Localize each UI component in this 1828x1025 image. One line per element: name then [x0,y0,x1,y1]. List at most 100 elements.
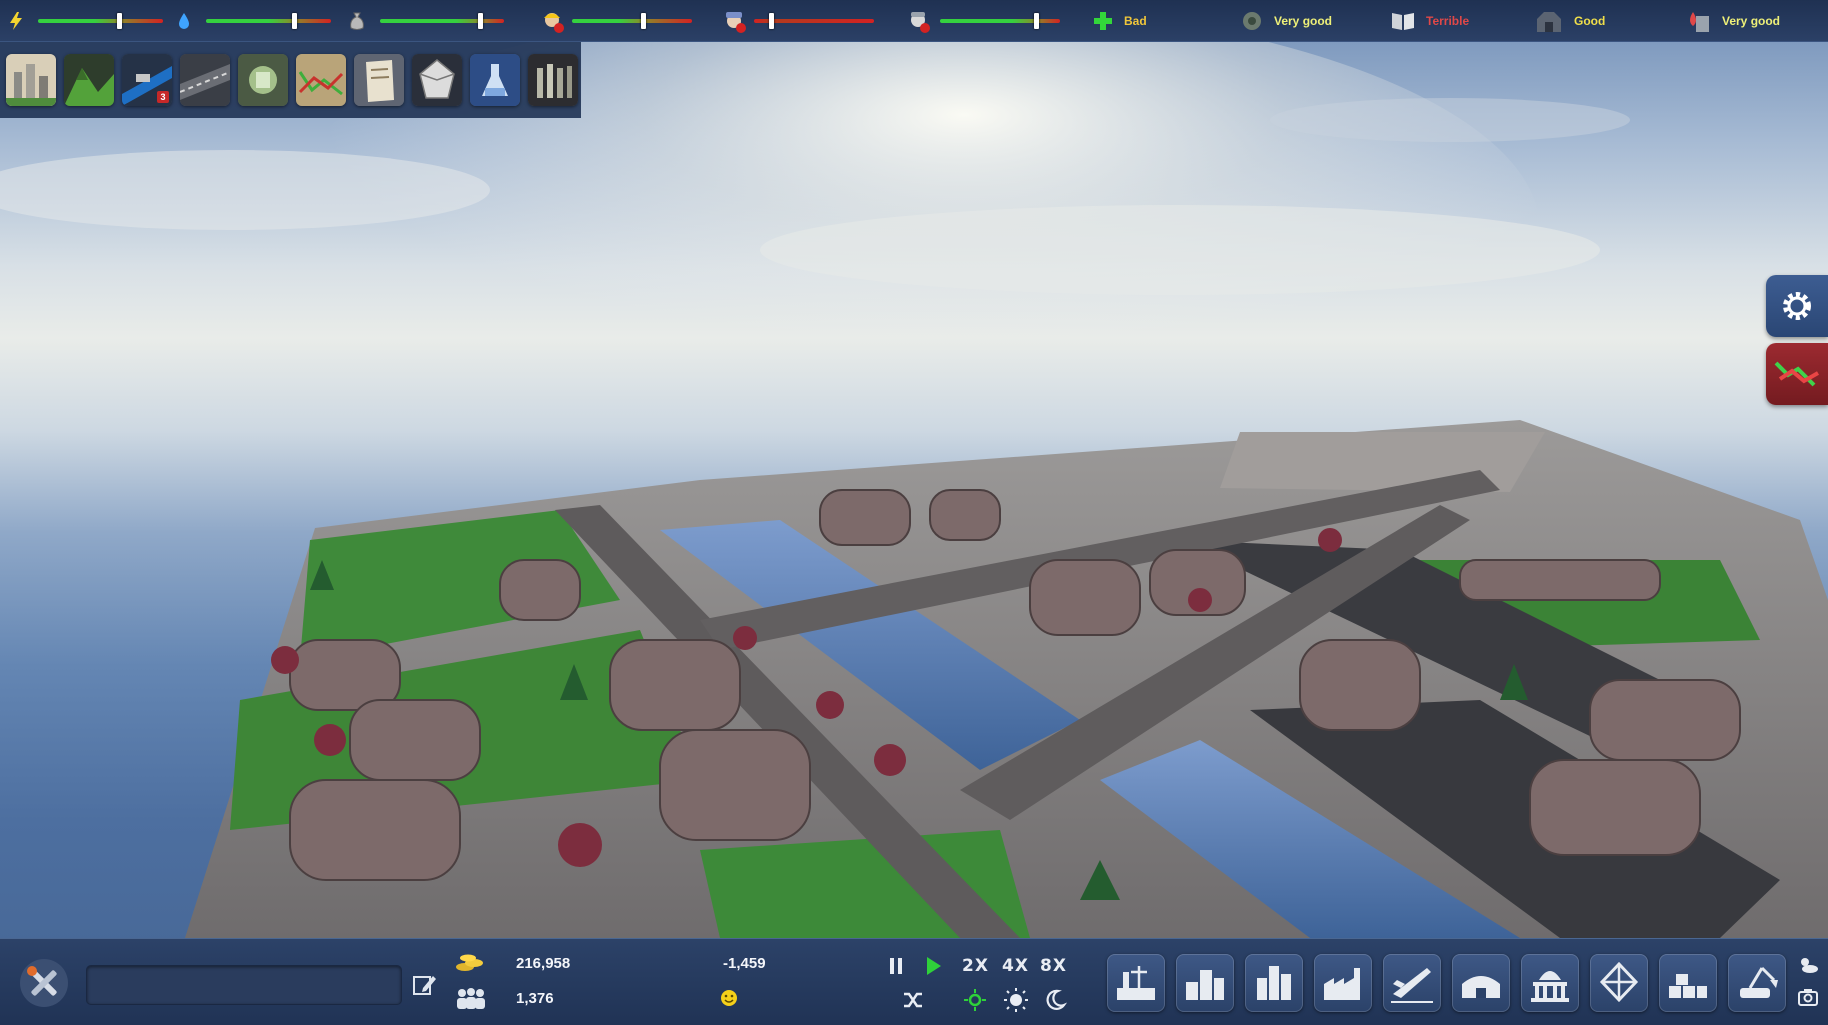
health-cross-icon [1094,12,1112,30]
terrain-button[interactable] [64,54,114,106]
commercial-button[interactable] [1245,954,1303,1012]
industrial-button[interactable] [1314,954,1372,1012]
health-status[interactable]: Bad [1092,0,1147,42]
resources-button[interactable] [412,54,462,106]
bulldozer-button[interactable] [1728,954,1786,1012]
bottom-control-bar: 216,958 1,376 -1,459 2X 4X 8X [0,938,1828,1025]
traffic-button[interactable]: 3 [122,54,172,106]
citizen-icon [911,12,930,33]
slider-knob[interactable] [117,13,123,29]
speed-4x-button[interactable]: 4X [1002,956,1029,976]
education-status[interactable]: Terrible [1390,0,1469,42]
cloud [1270,98,1630,142]
shuffle-icon [904,992,922,1008]
ecology-status[interactable]: Very good [1240,0,1332,42]
money-value: 216,958 [516,955,571,972]
pause-button[interactable] [885,954,907,978]
landmarks-button[interactable] [1521,954,1579,1012]
airport-button[interactable] [1383,954,1441,1012]
tools-menu-button[interactable] [18,957,70,1009]
city-view-icon [6,54,56,106]
terrain-icon [64,54,114,106]
policies-button[interactable] [354,54,404,106]
slider-knob[interactable] [478,13,484,29]
population-icon-wrap [454,985,488,1011]
weather-button[interactable] [1796,953,1820,977]
statistics-library-icon [528,54,578,106]
airport-icon [1391,968,1433,1003]
water-level-slider [206,13,331,29]
water-drop-icon [179,13,189,29]
safety-icon [1537,12,1561,32]
economy-button[interactable] [296,54,346,106]
day-button[interactable] [1003,987,1029,1013]
police-meter[interactable] [722,0,874,42]
trend-graph-button[interactable] [1766,343,1828,405]
commercial-icon [1257,966,1291,1000]
day-night-cycle-icon [964,989,986,1011]
camera-button[interactable] [1796,985,1820,1009]
auto-daynight-button[interactable] [962,987,988,1013]
night-button[interactable] [1042,987,1068,1013]
city-name-input[interactable] [86,965,402,1005]
residential-button[interactable] [1176,954,1234,1012]
slider-knob[interactable] [768,13,774,29]
edit-name-button[interactable] [411,972,437,998]
ecology-icon [1243,12,1261,30]
money-bag-icon [350,12,364,30]
services-icon [1462,976,1500,998]
play-button[interactable] [922,954,944,978]
sun-icon [1004,988,1028,1012]
shuffle-button[interactable] [901,988,925,1012]
play-icon [927,957,941,975]
landmarks-icon [1531,971,1569,1002]
services-button[interactable] [1452,954,1510,1012]
power-plant-icon [1117,966,1155,1000]
roads-button[interactable] [180,54,230,106]
statistics-button[interactable] [528,54,578,106]
workforce-level-slider [572,13,692,29]
fire-status[interactable]: Very good [1686,0,1780,42]
ecology-status-text: Very good [1274,14,1333,28]
weather-icon [1801,958,1818,973]
citizens-meter[interactable] [906,0,1060,42]
settings-button[interactable] [1766,275,1828,337]
finance-meter[interactable] [348,0,504,42]
city-view-button[interactable] [6,54,56,106]
storage-icon [1669,974,1707,998]
finance-button[interactable] [238,54,288,106]
slider-knob[interactable] [1034,13,1039,29]
traffic-alert-badge: 3 [157,91,169,103]
happiness-indicator[interactable] [720,989,738,1007]
workforce-meter[interactable] [540,0,692,42]
resources-crystal-icon [412,54,462,106]
fire-icon [1690,12,1709,32]
cloud [760,205,1600,295]
power-meter[interactable] [8,0,163,42]
trend-graph-icon [1774,361,1819,387]
gold-coins-icon [456,954,483,971]
water-meter[interactable] [176,0,331,42]
safety-status-text: Good [1574,14,1606,28]
slider-knob[interactable] [291,13,297,29]
money-icon-wrap [454,949,486,975]
safety-status[interactable]: Good [1534,0,1605,42]
slider-knob[interactable] [640,13,646,29]
population-icon [457,988,485,1009]
speed-8x-button[interactable]: 8X [1040,956,1067,976]
structures-button[interactable] [1590,954,1648,1012]
smiley-icon [721,990,737,1006]
police-icon [726,12,746,33]
power-plants-button[interactable] [1107,954,1165,1012]
moon-icon [1046,989,1068,1010]
research-flask-icon [470,54,520,106]
game-viewport[interactable] [0,0,1828,1025]
storage-button[interactable] [1659,954,1717,1012]
research-button[interactable] [470,54,520,106]
police-level-slider [754,13,874,29]
pause-icon [890,958,902,974]
management-toolbar: 3 [0,42,581,118]
speed-2x-button[interactable]: 2X [962,956,989,976]
population-value: 1,376 [516,990,554,1007]
policies-document-icon [354,54,404,106]
